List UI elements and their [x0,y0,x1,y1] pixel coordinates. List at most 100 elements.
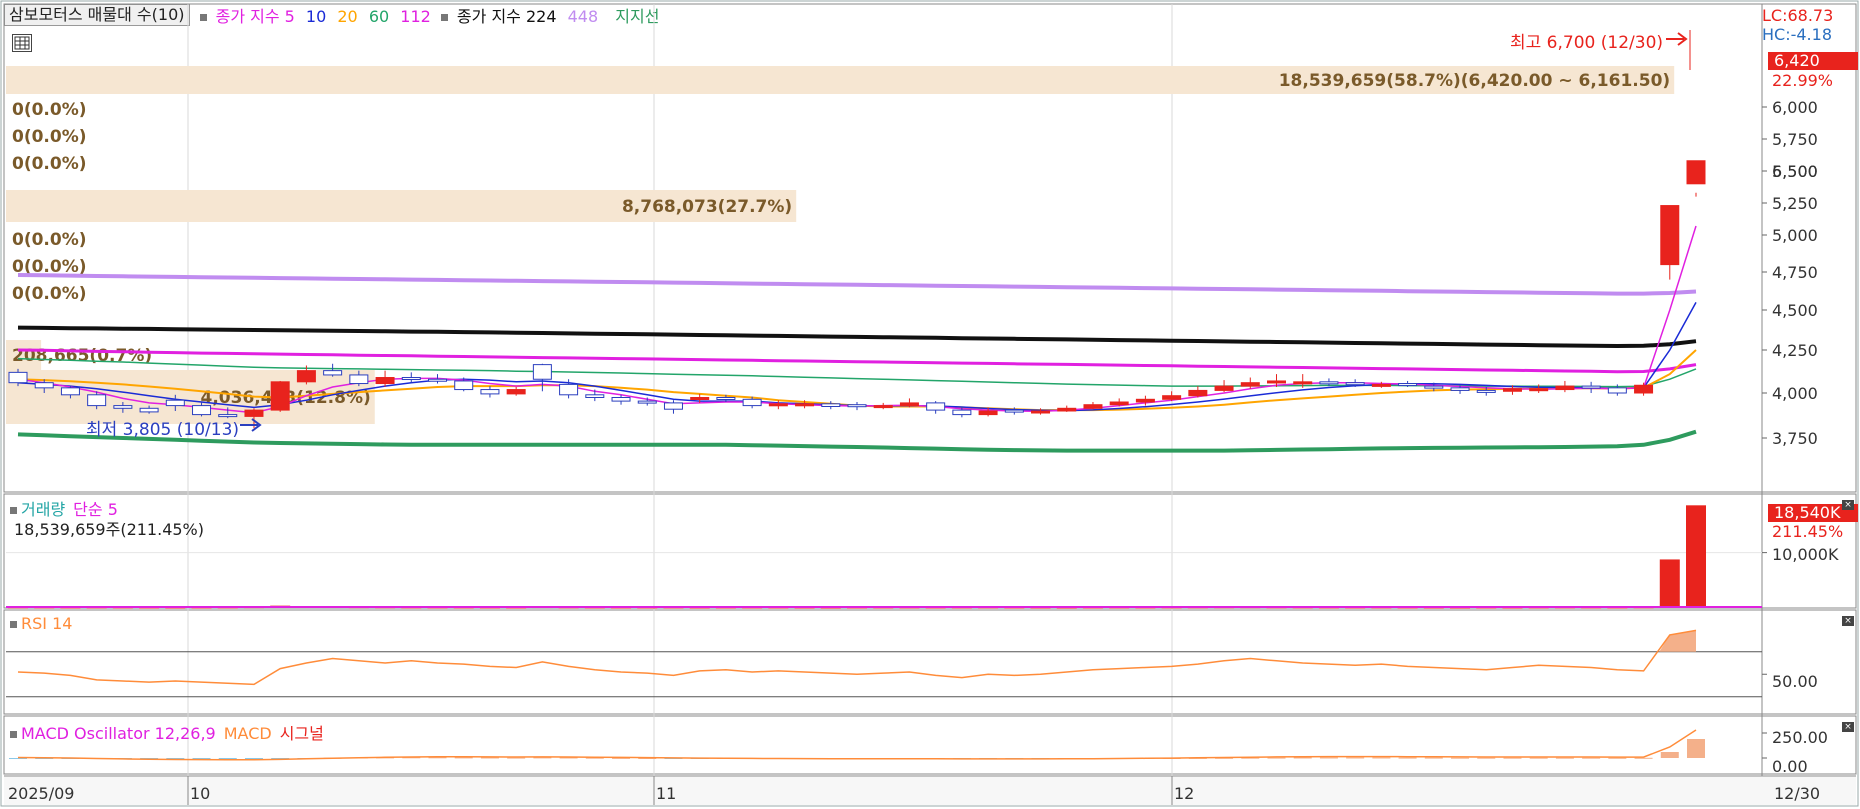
xaxis-label-nov: 11 [656,784,677,803]
grid-icon [14,36,30,50]
macd-osc-title: MACD Oscillator 12,26,9 [21,724,216,743]
volume-bar [453,607,474,609]
legend-square-icon [10,507,17,514]
macd-osc-bar [1005,758,1024,759]
volume-bar [873,607,894,609]
candle-body [952,409,972,416]
macd-label: MACD [223,724,272,743]
candle-body [873,405,893,409]
table-icon[interactable] [12,34,32,52]
volume-profile-label: 0(0.0%) [12,154,87,174]
candle-body [1660,205,1680,266]
legend-square-icon [440,14,448,21]
volume-bar [375,607,396,609]
macd-osc-bar [612,757,631,759]
ma448-line [17,273,1697,296]
candle-body [1424,385,1444,389]
price-tick-label: 5,250 [1772,194,1818,213]
current-price-badge: 6,420 [1768,52,1858,70]
volume-bar [794,607,815,609]
candle-body [1371,383,1391,387]
candle-body [349,374,369,385]
candle-body [1057,407,1077,412]
macd-osc-bar [35,758,54,759]
price-tick-label: 5,750 [1772,130,1818,149]
candle-body [428,378,447,382]
macd-osc-bar [480,757,499,759]
ma-period-448: 448 [567,7,599,26]
volume-bar [1030,607,1051,609]
candle-body [663,402,683,410]
macd-osc-bar [428,757,447,759]
support-line [17,429,1697,453]
macd-osc-bar [743,758,762,759]
candle-body [1555,385,1575,391]
candle-body [899,402,919,407]
panel-frame [3,609,1857,715]
macd-osc-bar [1241,757,1260,759]
price-tick-label: 6,500 [1772,162,1818,181]
chart-title[interactable]: 삼보모터스 매물대 수(10) [4,4,190,26]
volume-bar [1450,607,1471,609]
candle-body [375,377,395,385]
macd-tick-0: 0.00 [1772,757,1808,776]
ma224-line [17,325,1697,349]
macd-osc-bar [979,758,998,759]
volume-bar [1581,607,1602,609]
close-macd-panel-icon[interactable]: × [1842,722,1854,732]
candle-body [821,403,841,407]
window-frame [0,0,1859,807]
volume-bar [60,607,81,609]
macd-osc-bar [1529,757,1548,759]
volume-bar [506,607,527,609]
macd-osc-bar [271,758,290,759]
macd-osc-bar [1582,757,1601,759]
volume-profile-label: 18,539,659(58.7%)(6,420.00 ~ 6,161.50) [1279,71,1670,91]
volume-bar [1686,505,1706,608]
candle-body [1686,160,1706,185]
rsi-line [17,629,1697,686]
volume-bar [742,607,763,609]
macd-osc-bar [1555,757,1574,759]
volume-bar [1318,607,1339,609]
volume-bar [217,607,238,609]
macd-tick-250: 250.00 [1772,728,1828,747]
volume-pct: 211.45% [1772,522,1844,541]
ma-legend[interactable]: 종가 지수 5 10 20 60 112 [199,3,431,27]
volume-bar [1476,607,1497,609]
candle-body [768,403,788,407]
volume-bar [139,607,160,609]
rsi-overbought-fill [1659,630,1696,652]
volume-bar [1266,607,1287,609]
macd-osc-bar [1687,739,1705,758]
candle-body [1267,380,1286,384]
macd-osc-bar [1110,758,1129,759]
macd-osc-bar [716,758,735,759]
ma2-legend[interactable]: 종가 지수 224 448 지지선 [440,3,659,27]
candle-body [926,402,946,411]
macd-osc-bar [166,758,185,760]
candle-body [1345,382,1365,386]
candle-body [611,397,631,402]
macd-panel-title[interactable]: MACD Oscillator 12,26,9 MACD 시그널 [10,720,324,744]
volume-bar [1292,607,1313,609]
macd-osc-bar [454,757,473,759]
candle-body [690,397,710,400]
volume-bar [479,607,500,609]
rsi-panel-title[interactable]: RSI 14 [10,614,72,633]
macd-osc-bar [1634,757,1653,759]
volume-bar [925,607,946,609]
macd-osc-bar [1372,757,1391,759]
panel-frame [3,3,1857,493]
candle-body [1529,388,1549,392]
macd-osc-bar [1608,757,1627,759]
candle-body [1031,410,1051,414]
volume-bar [1214,607,1235,609]
candle-body [506,389,526,395]
xaxis-label-oct: 10 [190,784,211,803]
close-volume-panel-icon[interactable]: × [1842,500,1854,510]
stock-chart-window: 삼보모터스 매물대 수(10) 종가 지수 5 10 20 60 112 종가 … [0,0,1860,809]
macd-osc-bar [1136,758,1155,759]
close-rsi-panel-icon[interactable]: × [1842,616,1854,626]
ma-period-112: 112 [400,7,431,26]
